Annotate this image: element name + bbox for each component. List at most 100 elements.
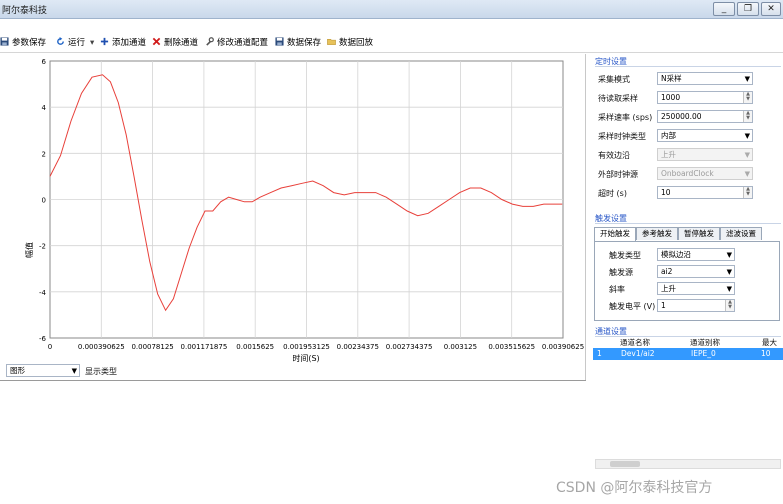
y-tick-label: 2 [42, 150, 46, 158]
modify-channel-config-label: 修改通道配置 [217, 38, 269, 48]
timing-field-value: 内部 [661, 131, 676, 140]
channel-header-alias: 通道别称 [690, 338, 720, 347]
modify-channel-config-button[interactable]: 修改通道配置 [205, 36, 268, 50]
trigger-row-label: 斜率 [609, 285, 625, 294]
trigger-spin-input[interactable]: 1 ▲ ▼ [657, 299, 735, 312]
y-tick-label: -4 [39, 289, 47, 297]
x-tick-label: 0.00234375 [337, 343, 379, 351]
trigger-select[interactable]: 上升 ▼ [657, 282, 735, 295]
chevron-down-icon: ▼ [744, 132, 750, 140]
wrench-icon [206, 37, 214, 46]
close-button[interactable]: ✕ [761, 2, 781, 16]
trigger-select[interactable]: ai2 ▼ [657, 265, 735, 278]
trigger-divider [595, 223, 781, 224]
timing-field-value: 1000 [661, 93, 681, 102]
run-button[interactable]: 运行 [56, 36, 85, 50]
x-tick-label: 0.00078125 [131, 343, 173, 351]
chevron-down-icon: ▼ [744, 170, 750, 178]
spinner-arrows-icon[interactable]: ▲ ▼ [743, 111, 752, 122]
x-tick-label: 0.003515625 [488, 343, 535, 351]
data-playback-button[interactable]: 数据回放 [327, 36, 373, 50]
chevron-down-icon: ▼ [726, 285, 732, 293]
toolbar: 参数保存 运行 ▾ 添加通道 删除通道 修改通道配置 数据保存 数据回放 [0, 33, 783, 53]
channel-header-max: 最大 [762, 338, 777, 347]
timing-row-label: 待读取采样 [598, 94, 638, 103]
timing-select[interactable]: N采样 ▼ [657, 72, 753, 85]
display-type-select[interactable]: 图形 ▼ [6, 364, 80, 377]
chevron-down-icon: ▼ [744, 151, 750, 159]
settings-panel: 定时设置 采集模式 N采样 ▼ 待读取采样 1000 ▲ ▼ 采样速率 (sps) 250000… [590, 54, 783, 504]
run-dropdown-arrow[interactable]: ▾ [90, 36, 94, 50]
y-tick-labels: -6 -4 -2 0 2 4 6 [39, 58, 47, 343]
floppy-disk-icon [0, 37, 9, 46]
spinner-arrows-icon[interactable]: ▲ ▼ [725, 300, 734, 311]
add-channel-button[interactable]: 添加通道 [100, 36, 146, 50]
chevron-down-icon: ▼ [726, 251, 732, 259]
display-type-label: 显示类型 [85, 367, 117, 376]
timing-field-value: N采样 [661, 74, 682, 83]
scrollbar-thumb[interactable] [610, 461, 640, 467]
data-save-button[interactable]: 数据保存 [275, 36, 321, 50]
timing-select[interactable]: 上升 ▼ [657, 148, 753, 161]
timing-field-value: 10 [661, 188, 671, 197]
timing-select[interactable]: 内部 ▼ [657, 129, 753, 142]
timing-row-label: 超时 (s) [598, 189, 627, 198]
timing-row-label: 外部时钟源 [598, 170, 638, 179]
trigger-row-label: 触发电平 (V) [609, 302, 656, 311]
channel-row-name: Dev1/ai2 [621, 349, 655, 358]
timing-divider [595, 66, 781, 67]
params-save-button[interactable]: 参数保存 [0, 36, 46, 50]
timing-spin-input[interactable]: 250000.00 ▲ ▼ [657, 110, 753, 123]
channel-row-alias: IEPE_0 [691, 349, 716, 358]
tab-reference-trigger[interactable]: 参考触发 [636, 227, 678, 240]
y-axis-label: 幅值 [24, 242, 34, 258]
watermark-text: CSDN @阿尔泰科技官方 [556, 480, 713, 496]
add-channel-label: 添加通道 [112, 38, 147, 48]
floppy-disk-icon [275, 37, 284, 46]
run-label: 运行 [68, 38, 86, 48]
tab-pause-trigger[interactable]: 暂停触发 [678, 227, 720, 240]
waveform-chart: -6 -4 -2 0 2 4 6 0 0.000390625 0.00078125 0.00117… [24, 58, 584, 363]
x-tick-label: 0.001171875 [181, 343, 228, 351]
x-tick-label: 0.002734375 [386, 343, 433, 351]
plus-icon [100, 37, 109, 46]
tab-start-trigger[interactable]: 开始触发 [594, 227, 636, 241]
delete-channel-button[interactable]: 删除通道 [152, 36, 198, 50]
restore-button[interactable]: ❐ [737, 2, 759, 16]
x-axis-label: 时间(S) [292, 353, 319, 363]
spinner-arrows-icon[interactable]: ▲ ▼ [743, 92, 752, 103]
trigger-row-label: 触发类型 [609, 251, 641, 260]
channel-row-index: 1 [597, 349, 602, 358]
start-trigger-pane: 触发类型 模拟边沿 ▼ 触发源 ai2 ▼ 斜率 上升 ▼ 触发电平 (V) 1 ▲ ▼ [594, 241, 780, 321]
folder-icon [327, 38, 336, 45]
trigger-select[interactable]: 模拟边沿 ▼ [657, 248, 735, 261]
trigger-field-value: 1 [661, 301, 666, 310]
timing-select[interactable]: OnboardClock ▼ [657, 167, 753, 180]
timing-spin-input[interactable]: 10 ▲ ▼ [657, 186, 753, 199]
channel-row-max: 10 [761, 349, 771, 358]
x-tick-label: 0.000390625 [78, 343, 125, 351]
minimize-button[interactable]: _ [713, 2, 735, 16]
chevron-down-icon: ▼ [726, 268, 732, 276]
x-tick-label: 0.003125 [444, 343, 477, 351]
data-playback-label: 数据回放 [339, 38, 374, 48]
timing-row-label: 采集模式 [598, 75, 630, 84]
table-row[interactable]: 1 Dev1/ai2 IEPE_0 10 [593, 348, 783, 360]
channel-horizontal-scrollbar[interactable] [595, 459, 781, 469]
params-save-label: 参数保存 [12, 38, 47, 48]
chevron-down-icon: ▼ [71, 367, 77, 375]
y-tick-label: -6 [39, 335, 47, 343]
trigger-field-value: ai2 [661, 267, 673, 276]
delete-x-icon [152, 37, 161, 46]
spinner-arrows-icon[interactable]: ▲ ▼ [743, 187, 752, 198]
title-bar: 阿尔泰科技 _ ❐ ✕ [0, 0, 783, 19]
timing-row-label: 采样速率 (sps) [598, 113, 653, 122]
timing-row-label: 采样时钟类型 [598, 132, 646, 141]
tab-filter-settings[interactable]: 滤波设置 [720, 227, 762, 240]
x-tick-label: 0 [48, 343, 52, 351]
timing-spin-input[interactable]: 1000 ▲ ▼ [657, 91, 753, 104]
delete-channel-label: 删除通道 [164, 38, 199, 48]
trigger-field-value: 上升 [661, 284, 676, 293]
chevron-down-icon: ▼ [744, 75, 750, 83]
trigger-field-value: 模拟边沿 [661, 250, 691, 259]
